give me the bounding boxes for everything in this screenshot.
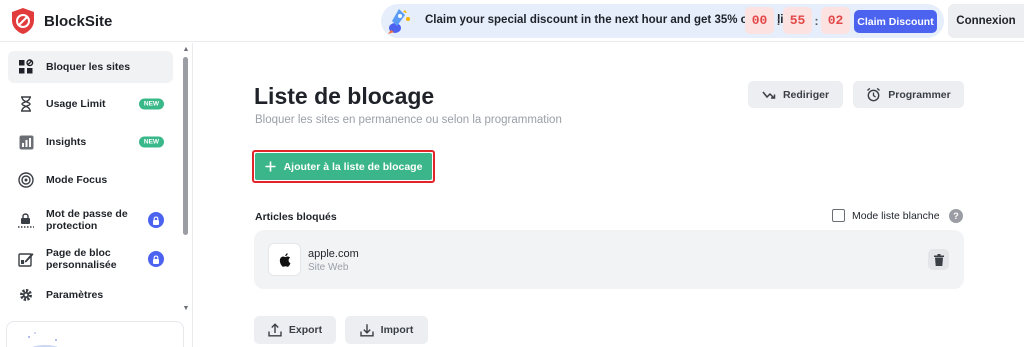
alarm-clock-icon <box>867 87 881 102</box>
target-icon <box>18 172 34 188</box>
redirect-button[interactable]: Rediriger <box>748 81 843 108</box>
whitelist-checkbox[interactable] <box>832 209 845 222</box>
claim-discount-button[interactable]: Claim Discount <box>854 10 937 33</box>
blocked-site-type: Site Web <box>308 262 349 273</box>
list-item: apple.com Site Web <box>254 230 964 289</box>
sidebar-item-label: Bloquer les sites <box>46 61 131 73</box>
password-lock-icon <box>18 212 34 228</box>
sidebar-promo-card[interactable] <box>6 321 184 347</box>
timer-seconds: 02 <box>821 7 850 34</box>
sidebar-item-label: Insights <box>46 136 87 148</box>
sidebar-item-focus-mode[interactable]: Mode Focus <box>8 165 173 195</box>
upload-icon <box>268 323 282 337</box>
blocked-site-name: apple.com <box>308 248 359 260</box>
sidebar-item-label: Page de bloc personnalisée <box>46 247 117 271</box>
whitelist-label: Mode liste blanche <box>852 209 940 222</box>
timer-minutes: 55 <box>783 7 812 34</box>
sidebar-item-label: Usage Limit <box>46 98 106 110</box>
login-button[interactable]: Connexion <box>948 4 1024 38</box>
scroll-thumb[interactable] <box>183 57 188 235</box>
blocked-items-heading: Articles bloqués <box>255 211 337 223</box>
page-subtitle: Bloquer les sites en permanence ou selon… <box>255 114 562 126</box>
countdown-timer: 00 : 55 : 02 <box>745 7 850 34</box>
sidebar-item-label: Paramètres <box>46 289 104 301</box>
plus-icon <box>265 161 276 172</box>
new-badge: NEW <box>139 98 164 110</box>
hourglass-icon <box>18 96 34 112</box>
gear-icon <box>18 287 34 303</box>
timer-separator: : <box>776 13 781 28</box>
sidebar-item-insights[interactable]: Insights NEW <box>8 127 173 157</box>
whitelist-mode-toggle[interactable]: Mode liste blanche <box>832 209 940 222</box>
promo-illustration-icon <box>28 332 58 347</box>
redirect-label: Rediriger <box>782 88 830 101</box>
add-to-blocklist-button[interactable]: Ajouter à la liste de blocage <box>255 153 432 180</box>
sidebar-item-block-sites[interactable]: Bloquer les sites <box>8 51 173 83</box>
promo-banner: Claim your special discount in the next … <box>381 4 944 38</box>
timer-separator: : <box>814 13 819 28</box>
download-icon <box>359 324 374 337</box>
import-label: Import <box>380 324 414 336</box>
help-icon[interactable]: ? <box>949 209 963 223</box>
redirect-arrow-icon <box>762 91 776 99</box>
blocksite-app: BlockSite Claim your special discount in… <box>0 0 1024 347</box>
app-name: BlockSite <box>44 12 113 30</box>
top-bar: BlockSite Claim your special discount in… <box>0 0 1024 42</box>
schedule-button[interactable]: Programmer <box>853 81 964 108</box>
import-button[interactable]: Import <box>345 316 428 344</box>
scroll-up-arrow-icon[interactable]: ▲ <box>182 45 190 53</box>
sidebar: Bloquer les sites Usage Limit NEW Insigh… <box>0 43 193 347</box>
delete-item-button[interactable] <box>928 249 949 270</box>
premium-lock-icon <box>148 212 164 228</box>
sidebar-scrollbar[interactable]: ▲ ▼ <box>181 45 191 315</box>
sidebar-item-label: Mode Focus <box>46 174 108 186</box>
timer-hours: 00 <box>745 7 774 34</box>
page-title: Liste de blocage <box>254 83 435 109</box>
trash-icon <box>933 253 944 266</box>
sidebar-item-custom-block-page[interactable]: Page de bloc personnalisée <box>8 242 173 276</box>
sidebar-item-settings[interactable]: Paramètres <box>8 281 173 309</box>
rocket-icon <box>388 9 410 34</box>
add-to-blocklist-label: Ajouter à la liste de blocage <box>283 160 423 173</box>
schedule-label: Programmer <box>888 88 951 101</box>
sidebar-item-label: Mot de passe de protection <box>46 208 128 232</box>
grid-block-icon <box>18 59 34 75</box>
bar-chart-icon <box>18 134 34 150</box>
premium-lock-icon <box>148 251 164 267</box>
apple-icon <box>268 243 301 276</box>
blocksite-shield-icon <box>12 8 34 34</box>
sidebar-item-password-protection[interactable]: Mot de passe de protection <box>8 203 173 237</box>
sidebar-item-usage-limit[interactable]: Usage Limit NEW <box>8 89 173 119</box>
new-badge: NEW <box>139 136 164 148</box>
app-logo[interactable]: BlockSite <box>10 7 112 35</box>
edit-page-icon <box>18 251 34 267</box>
promo-message: Claim your special discount in the next … <box>425 14 798 26</box>
export-button[interactable]: Export <box>254 316 336 344</box>
scroll-down-arrow-icon[interactable]: ▼ <box>182 304 190 312</box>
export-label: Export <box>288 324 323 336</box>
